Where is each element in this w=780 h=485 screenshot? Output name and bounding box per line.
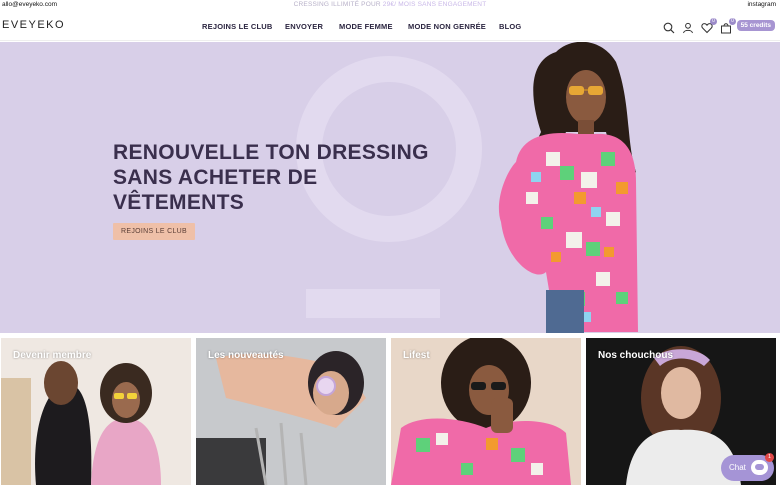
nav-rejoins-le-club[interactable]: REJOINS LE CLUB: [202, 22, 273, 31]
credits-badge[interactable]: 55 credits: [736, 20, 775, 31]
tile-label: Devenir membre: [13, 350, 92, 361]
nav-blog[interactable]: BLOG: [499, 22, 521, 31]
wishlist-heart-icon[interactable]: 0: [701, 18, 717, 35]
site-header: EVEYEKO REJOINS LE CLUB ENVOYER MODE FEM…: [0, 10, 780, 41]
tile-les-nouveautes[interactable]: Les nouveautés: [196, 338, 386, 485]
hero-title-line-1: RENOUVELLE TON DRESSING: [113, 141, 429, 164]
promo-text: CRESSING ILLIMITÉ POUR: [293, 1, 381, 8]
promo-banner: CRESSING ILLIMITÉ POUR 29€/ MOIS SANS EN…: [0, 1, 780, 8]
account-icon[interactable]: [682, 21, 696, 35]
chat-label: Chat: [729, 463, 746, 472]
cart-bag-icon[interactable]: 0: [720, 18, 736, 35]
announcement-bar: allo@eveyeko.com CRESSING ILLIMITÉ POUR …: [0, 0, 780, 10]
hero-title-line-3: VÊTEMENTS: [113, 191, 245, 214]
chat-widget-button[interactable]: Chat 1: [721, 453, 774, 481]
hero-banner: RENOUVELLE TON DRESSING SANS ACHETER DE …: [0, 42, 780, 333]
cart-count-badge: 0: [729, 18, 736, 25]
search-icon[interactable]: [663, 21, 677, 35]
tile-label: Les nouveautés: [208, 350, 284, 361]
nav-mode-femme[interactable]: MODE FEMME: [339, 22, 393, 31]
promo-highlight: 29€/ MOIS SANS ENGAGEMENT: [382, 1, 487, 8]
hero-title-line-2: SANS ACHETER DE: [113, 166, 318, 189]
tile-label: Lifest: [403, 350, 430, 361]
nav-envoyer[interactable]: ENVOYER: [285, 22, 323, 31]
hero-cta-button[interactable]: REJOINS LE CLUB: [113, 223, 195, 240]
hero-title: RENOUVELLE TON DRESSING SANS ACHETER DE …: [113, 140, 453, 215]
tile-label: Nos chouchous: [598, 350, 674, 361]
hero-model-image: [498, 42, 638, 333]
instagram-link[interactable]: instagram: [747, 1, 776, 8]
category-tiles: Devenir membre Les nouveautés Lifest Nos…: [0, 333, 780, 485]
decorative-rectangle: [306, 289, 440, 318]
wishlist-count-badge: 0: [710, 18, 717, 25]
nav-mode-non-genree[interactable]: MODE NON GENRÉE: [408, 22, 486, 31]
chat-notification-badge: 1: [765, 453, 774, 462]
tile-lifestyle[interactable]: Lifest: [391, 338, 581, 485]
tile-devenir-membre[interactable]: Devenir membre: [1, 338, 191, 485]
chat-bubble-icon: [751, 460, 768, 475]
